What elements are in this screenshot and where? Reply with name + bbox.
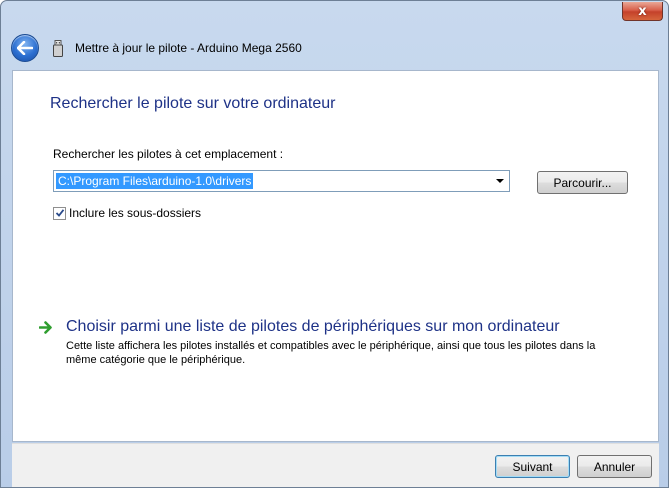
title-bar: Mettre à jour le pilote - Arduino Mega 2… (11, 34, 658, 62)
window-title: Mettre à jour le pilote - Arduino Mega 2… (75, 41, 302, 55)
content-panel: Rechercher le pilote sur votre ordinateu… (12, 70, 659, 442)
choose-from-list-link[interactable]: Choisir parmi une liste de pilotes de pé… (39, 318, 606, 367)
choose-from-list-title[interactable]: Choisir parmi une liste de pilotes de pé… (66, 318, 606, 336)
search-location-label: Rechercher les pilotes à cet emplacement… (53, 147, 284, 161)
checkmark-icon (55, 209, 64, 217)
browse-button[interactable]: Parcourir... (537, 171, 628, 194)
back-button[interactable] (11, 34, 39, 62)
button-bar: Suivant Annuler (12, 443, 659, 487)
path-value[interactable]: C:\Program Files\arduino-1.0\drivers (56, 173, 254, 189)
include-subfolders-checkbox[interactable] (53, 206, 66, 220)
back-arrow-icon (17, 41, 33, 55)
close-icon: x (638, 3, 647, 19)
include-subfolders-label[interactable]: Inclure les sous-dossiers (69, 206, 201, 220)
green-arrow-icon (39, 321, 52, 334)
usb-device-icon (51, 39, 65, 57)
page-title: Rechercher le pilote sur votre ordinateu… (50, 95, 336, 112)
chevron-down-icon[interactable] (496, 179, 504, 183)
dialog-window: x Mettre à jour le pilote - Arduino Mega… (0, 0, 669, 488)
choose-from-list-description: Cette liste affichera les pilotes instal… (66, 340, 596, 366)
cancel-button[interactable]: Annuler (577, 455, 652, 478)
path-combobox[interactable]: C:\Program Files\arduino-1.0\drivers (53, 170, 510, 192)
next-button[interactable]: Suivant (495, 455, 570, 478)
include-subfolders-option[interactable]: Inclure les sous-dossiers (53, 206, 201, 220)
close-button[interactable]: x (622, 2, 663, 21)
